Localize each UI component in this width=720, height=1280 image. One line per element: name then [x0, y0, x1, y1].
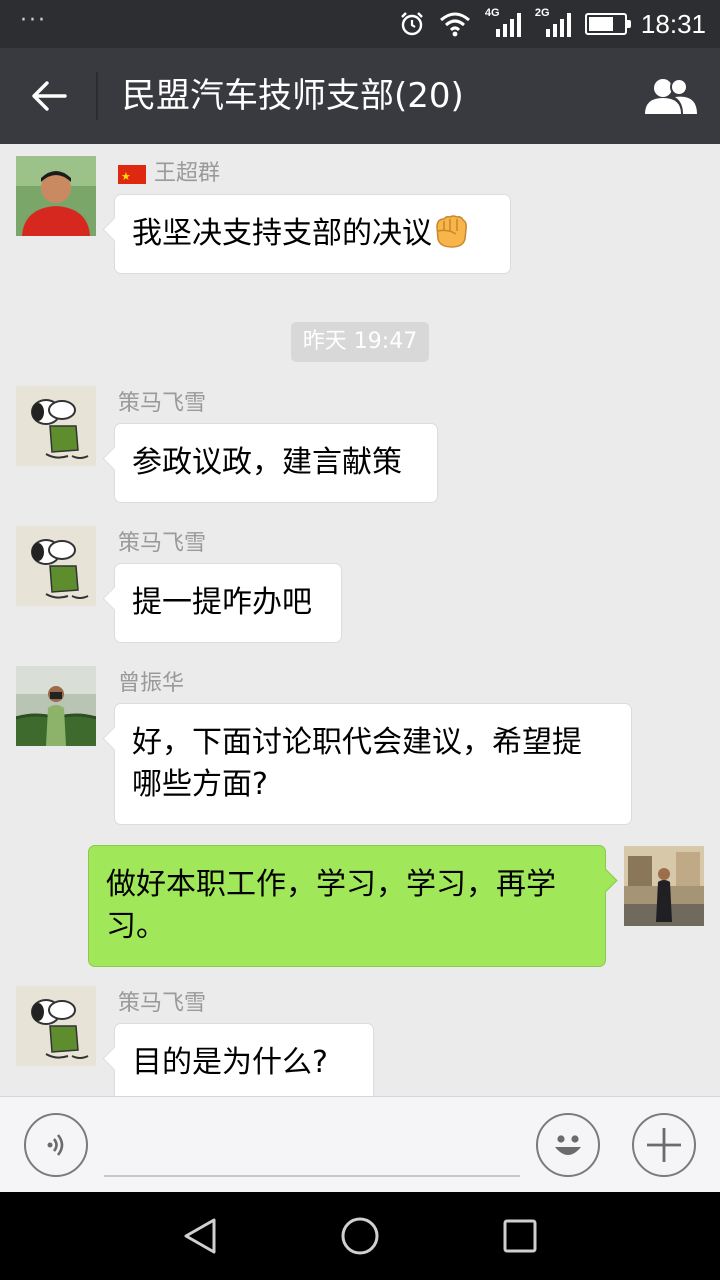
triangle-back-icon	[184, 1218, 216, 1254]
message-text: 提一提咋办吧	[132, 585, 312, 620]
message-text: 习。	[106, 909, 166, 944]
status-icons: 4G 2G 18:31	[399, 0, 706, 48]
plus-icon	[647, 1128, 681, 1162]
back-button[interactable]	[24, 72, 74, 120]
message-input[interactable]	[104, 1175, 520, 1177]
fist-emoji-icon	[436, 215, 467, 248]
chat-header: 民盟汽车技师支部(20)	[0, 48, 720, 144]
sender-name: 王超群	[118, 159, 220, 192]
avatar-wang[interactable]	[16, 156, 96, 236]
china-flag-icon	[118, 162, 146, 192]
smiley-icon	[555, 1135, 581, 1155]
emoji-button[interactable]	[536, 1113, 600, 1177]
message-text: 好，下面讨论职代会建议，希望提	[132, 725, 582, 760]
sender-name: 策马飞雪	[118, 991, 207, 1016]
message-bubble[interactable]: 目的是为什么?	[114, 1023, 374, 1096]
avatar-snoopy[interactable]	[16, 386, 96, 466]
my-message-bubble[interactable]: 做好本职工作，学习，学习，再学 习。	[88, 845, 606, 967]
message-text: 做好本职工作，学习，学习，再学	[106, 867, 556, 902]
avatar-snoopy[interactable]	[16, 986, 96, 1066]
message-text: 我坚决支持支部的决议	[132, 216, 432, 251]
message-bubble[interactable]: 好，下面讨论职代会建议，希望提 哪些方面?	[114, 703, 632, 825]
message-bubble[interactable]: 我坚决支持支部的决议	[114, 194, 511, 274]
message-bubble[interactable]: 提一提咋办吧	[114, 563, 342, 643]
avatar-snoopy[interactable]	[16, 526, 96, 606]
nav-back-button[interactable]	[176, 1212, 224, 1260]
message-bubble[interactable]: 参政议政，建言献策	[114, 423, 438, 503]
signal-4g-icon: 4G	[485, 7, 521, 39]
sender-name: 曾振华	[118, 671, 185, 696]
status-bar: ··· 4G 2G 18:31	[0, 0, 720, 48]
system-nav-bar	[0, 1192, 720, 1280]
nav-recents-button[interactable]	[496, 1212, 544, 1260]
notification-dots-icon: ···	[20, 8, 47, 33]
group-members-icon	[645, 78, 697, 114]
chat-title: 民盟汽车技师支部(20)	[122, 76, 464, 116]
message-text: 哪些方面?	[132, 767, 268, 802]
square-recents-icon	[503, 1219, 537, 1253]
back-arrow-icon	[32, 81, 67, 111]
sender-name: 策马飞雪	[118, 391, 207, 416]
message-text: 目的是为什么?	[132, 1045, 328, 1080]
message-list[interactable]: 王超群 我坚决支持支部的决议 昨天 19:47 策马飞雪 参政议政，建言献策	[0, 144, 720, 1096]
group-members-button[interactable]	[642, 74, 700, 118]
input-bar	[0, 1096, 720, 1192]
title-divider	[96, 72, 98, 120]
sender-name: 策马飞雪	[118, 531, 207, 556]
voice-icon	[47, 1134, 64, 1156]
wifi-icon	[439, 12, 470, 37]
avatar-zeng[interactable]	[16, 666, 96, 746]
status-time: 18:31	[640, 8, 706, 39]
timestamp-chip: 昨天 19:47	[291, 322, 429, 362]
alarm-icon	[401, 12, 423, 36]
voice-button[interactable]	[24, 1113, 88, 1177]
circle-home-icon	[341, 1217, 379, 1255]
battery-icon	[584, 13, 631, 35]
my-avatar[interactable]	[624, 846, 704, 926]
signal-2g-icon: 2G	[535, 7, 571, 39]
more-button[interactable]	[632, 1113, 696, 1177]
message-text: 参政议政，建言献策	[132, 445, 402, 480]
nav-home-button[interactable]	[336, 1212, 384, 1260]
